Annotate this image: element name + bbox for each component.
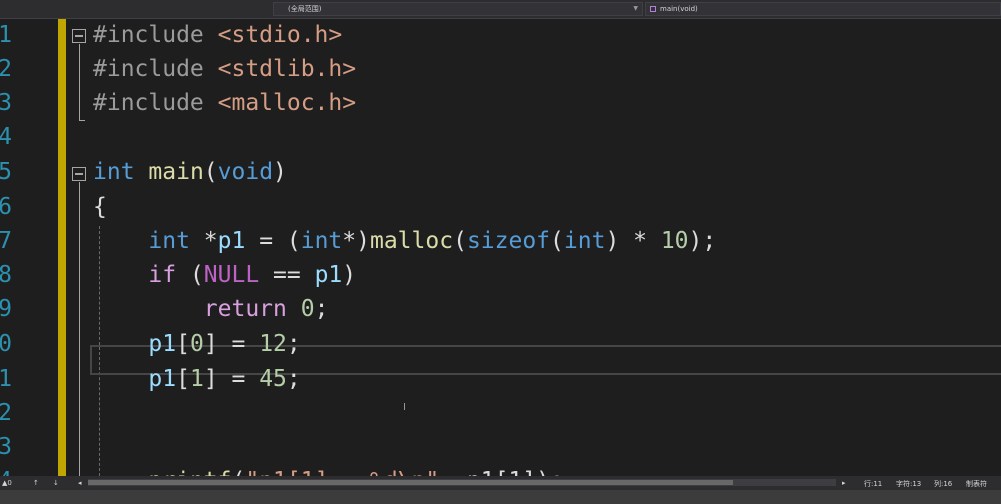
line-number: 2 <box>0 400 12 426</box>
line-number: 1 <box>0 366 12 392</box>
code-line: 0 p1[0] = 12; <box>0 327 1001 361</box>
line-number: 4 <box>0 124 12 150</box>
scope-label: (全局范围) <box>288 5 322 13</box>
line-number: 4 <box>0 464 12 476</box>
line-number: 0 <box>0 331 12 357</box>
code-line: 8 if (NULL == p1) <box>0 258 1001 292</box>
code-line: 4 <box>0 120 1001 154</box>
chevron-down-icon: ▼ <box>633 5 638 12</box>
navigation-bar: (全局范围) ▼ main(void) <box>0 0 1001 19</box>
line-number: 7 <box>0 228 12 254</box>
function-cube-icon <box>650 6 656 12</box>
line-number: 2 <box>0 56 12 82</box>
code-line: 2 <box>0 396 1001 430</box>
arrow-up-icon[interactable]: ↑ <box>33 479 39 487</box>
scroll-left-icon[interactable]: ◂ <box>78 479 82 487</box>
col-indicator: 列:16 <box>934 480 953 488</box>
zoom-indicator[interactable]: ▲0 <box>2 479 12 487</box>
code-text: int *p1 = (int*)malloc(sizeof(int) * 10)… <box>148 228 717 254</box>
code-text: #include <malloc.h> <box>93 90 357 116</box>
output-panel-edge <box>0 490 1001 504</box>
code-line: 5 int main(void) <box>0 155 1001 189</box>
code-text: printf("p1[1] = %d\n", p1[1]); <box>93 464 563 476</box>
line-number: 8 <box>0 262 12 288</box>
code-text: #include <stdlib.h> <box>93 56 357 82</box>
function-label: main(void) <box>660 5 698 13</box>
scope-dropdown[interactable]: (全局范围) ▼ <box>273 2 643 16</box>
code-text: int main(void) <box>93 159 287 185</box>
line-indicator: 行:11 <box>864 480 883 488</box>
code-line: 1 #include <stdio.h> <box>0 19 1001 52</box>
tab-indicator[interactable]: 制表符 <box>966 479 987 489</box>
mouse-ibeam-cursor: I <box>403 402 406 413</box>
line-number: 1 <box>0 22 12 48</box>
code-line: 6 { <box>0 190 1001 224</box>
code-text: { <box>93 194 107 220</box>
arrow-down-icon[interactable]: ↓ <box>53 479 59 487</box>
code-line: 9 return 0; <box>0 292 1001 326</box>
scroll-right-icon[interactable]: ▸ <box>842 479 846 487</box>
code-text: return 0; <box>203 296 329 322</box>
line-number: 3 <box>0 90 12 116</box>
function-dropdown[interactable]: main(void) <box>645 2 1001 16</box>
line-number: 3 <box>0 434 12 460</box>
line-number: 6 <box>0 194 12 220</box>
code-line: 3 <box>0 430 1001 464</box>
line-number: 5 <box>0 159 12 185</box>
code-text: p1[0] = 12; <box>148 331 301 357</box>
line-number: 9 <box>0 296 12 322</box>
horizontal-scrollbar[interactable] <box>88 479 836 486</box>
scrollbar-thumb[interactable] <box>88 480 733 485</box>
code-line: 7 int *p1 = (int*)malloc(sizeof(int) * 1… <box>0 224 1001 258</box>
code-line: 2 #include <stdlib.h> <box>0 52 1001 86</box>
char-indicator: 字符:13 <box>896 480 922 488</box>
code-line: 4 printf("p1[1] = %d\n", p1[1]); <box>0 464 1001 476</box>
status-bar: ▲0 ↑ ↓ ◂ ▸ 行:11 字符:13 列:16 制表符 <box>0 476 1001 504</box>
code-text: if (NULL == p1) <box>148 262 357 288</box>
code-line: 1 p1[1] = 45; <box>0 362 1001 396</box>
code-line: 3 #include <malloc.h> <box>0 86 1001 120</box>
code-text: p1[1] = 45; <box>148 366 301 392</box>
code-editor[interactable]: 1 #include <stdio.h> 2 #include <stdlib.… <box>0 19 1001 476</box>
code-text: #include <stdio.h> <box>93 22 343 48</box>
